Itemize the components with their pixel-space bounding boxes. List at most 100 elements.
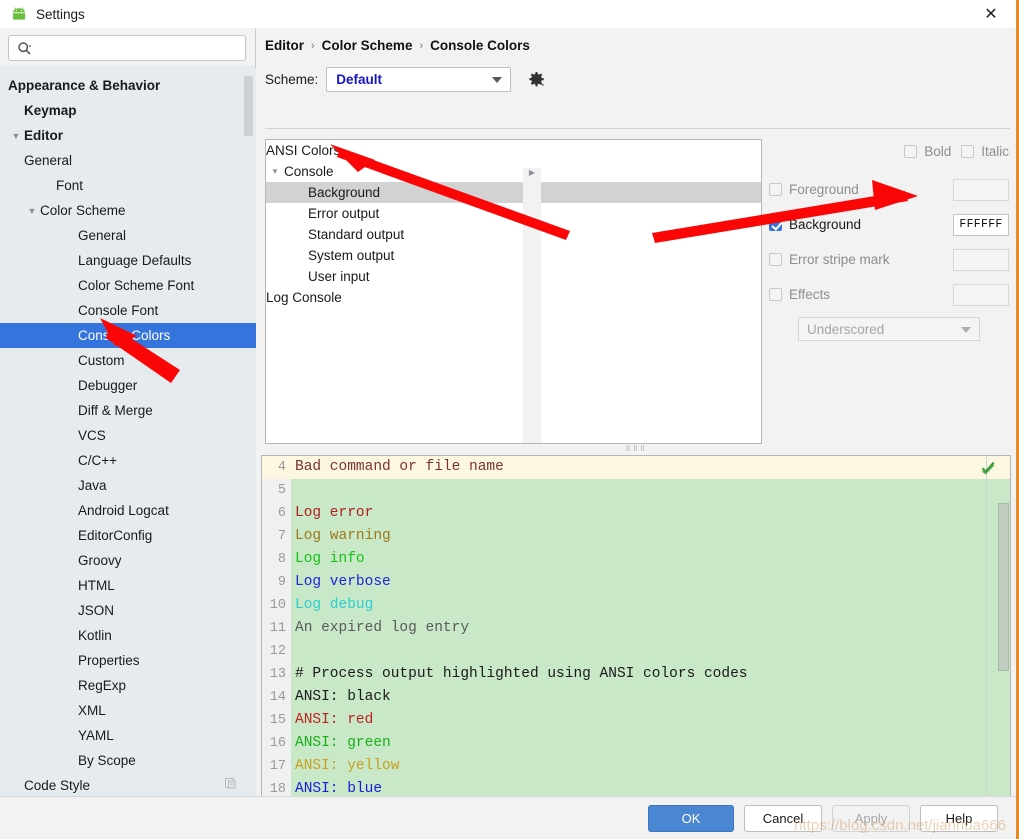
sidebar-item-groovy[interactable]: Groovy: [0, 548, 256, 573]
sidebar-item-properties[interactable]: Properties: [0, 648, 256, 673]
code-line: 4 Bad command or file name: [262, 456, 1010, 479]
foreground-checkbox[interactable]: [769, 183, 782, 196]
color-attributes-tree[interactable]: ANSI Colors Console Background Error output…: [265, 139, 762, 444]
search-box[interactable]: [8, 35, 246, 61]
code-line: 9 Log verbose: [262, 571, 1010, 594]
sidebar-item-c-c[interactable]: C/C++: [0, 448, 256, 473]
copy-settings-icon[interactable]: [224, 776, 238, 790]
window-title: Settings: [36, 6, 85, 22]
line-number: 16: [262, 732, 291, 755]
breadcrumb-item[interactable]: Color Scheme: [322, 38, 413, 53]
sidebar-item-regexp[interactable]: RegExp: [0, 673, 256, 698]
editor-marker-strip[interactable]: [986, 456, 998, 816]
error-stripe-mark-label: Error stripe mark: [789, 252, 890, 267]
attribute-item-error-output[interactable]: Error output: [266, 203, 761, 224]
color-preview-editor[interactable]: 4 Bad command or file name 5 6 Log error 7 Log…: [261, 455, 1011, 817]
bold-checkbox[interactable]: [904, 145, 918, 158]
sidebar-item-keymap[interactable]: Keymap: [0, 98, 256, 123]
sidebar-item-general[interactable]: General: [0, 148, 256, 173]
ok-button[interactable]: OK: [648, 804, 734, 832]
search-input[interactable]: [35, 40, 245, 56]
sidebar-item-by-scope[interactable]: By Scope: [0, 748, 256, 773]
sidebar-item-language-defaults[interactable]: Language Defaults: [0, 248, 256, 273]
line-number: 8: [262, 548, 291, 571]
sidebar-item-custom[interactable]: Custom: [0, 348, 256, 373]
attribute-item-ansi-colors[interactable]: ANSI Colors: [266, 140, 761, 443]
attribute-item-system-output[interactable]: System output: [266, 245, 761, 266]
sidebar-item-label: Kotlin: [78, 628, 112, 643]
editor-scrollbar-thumb[interactable]: [998, 503, 1009, 671]
chevron-down-icon[interactable]: [266, 167, 284, 176]
effect-type-select[interactable]: Underscored: [798, 317, 980, 341]
sidebar-item-general[interactable]: General: [0, 223, 256, 248]
settings-dialog: Settings ✕ Appearance & Behavior Keymap Ed…: [0, 0, 1019, 839]
scheme-select[interactable]: Default: [326, 67, 512, 92]
editor-code-area[interactable]: 4 Bad command or file name 5 6 Log error 7 Log…: [262, 456, 1010, 816]
sidebar-item-yaml[interactable]: YAML: [0, 723, 256, 748]
sidebar-item-diff-merge[interactable]: Diff & Merge: [0, 398, 256, 423]
sidebar-item-kotlin[interactable]: Kotlin: [0, 623, 256, 648]
splitter-handle-dots: ⠿⠿⠿: [625, 446, 648, 454]
background-checkbox[interactable]: [769, 218, 782, 231]
sidebar-item-label: JSON: [78, 603, 115, 618]
line-number: 7: [262, 525, 291, 548]
code-line: 5: [262, 479, 1010, 502]
line-text: ANSI: black: [295, 689, 391, 705]
sidebar-item-code-style[interactable]: Code Style: [0, 773, 256, 796]
bold-option[interactable]: Bold: [904, 144, 951, 159]
error-stripe-mark-color-field[interactable]: [953, 248, 1009, 271]
sidebar-item-label: Diff & Merge: [78, 403, 153, 418]
preview-splitter[interactable]: ⠿⠿⠿: [257, 445, 1016, 455]
breadcrumb-item[interactable]: Editor: [265, 38, 304, 53]
error-stripe-mark-checkbox[interactable]: [769, 253, 782, 266]
sidebar-item-console-colors[interactable]: Console Colors: [0, 323, 256, 348]
attribute-item-user-input[interactable]: User input: [266, 266, 761, 287]
sidebar-item-json[interactable]: JSON: [0, 598, 256, 623]
sidebar-item-color-scheme-font[interactable]: Color Scheme Font: [0, 273, 256, 298]
line-number: 10: [262, 594, 291, 617]
inspection-ok-icon[interactable]: [981, 460, 996, 475]
attribute-item-console[interactable]: Console: [266, 161, 761, 182]
attribute-item-standard-output[interactable]: Standard output: [266, 224, 761, 245]
italic-option[interactable]: Italic: [961, 144, 1009, 159]
sidebar-item-label: Custom: [78, 353, 125, 368]
sidebar-item-xml[interactable]: XML: [0, 698, 256, 723]
effects-checkbox[interactable]: [769, 288, 782, 301]
background-color-field[interactable]: FFFFFF: [953, 213, 1009, 236]
sidebar-item-font[interactable]: Font: [0, 173, 256, 198]
help-button[interactable]: Help: [920, 804, 998, 832]
close-icon[interactable]: ✕: [980, 4, 1002, 26]
breadcrumb-item[interactable]: Console Colors: [430, 38, 530, 53]
attribute-item-background[interactable]: Background: [266, 182, 761, 203]
sidebar-item-appearance-behavior[interactable]: Appearance & Behavior: [0, 73, 256, 98]
effects-color-field[interactable]: [953, 283, 1009, 306]
line-text: Log debug: [295, 597, 374, 613]
sidebar-item-console-font[interactable]: Console Font: [0, 298, 256, 323]
search-container: [0, 28, 255, 66]
sidebar-item-label: C/C++: [78, 453, 118, 468]
line-text: Bad command or file name: [295, 459, 504, 475]
window-titlebar: Settings ✕: [0, 0, 1016, 28]
sidebar-item-editorconfig[interactable]: EditorConfig: [0, 523, 256, 548]
gear-icon[interactable]: [528, 71, 545, 88]
sidebar-item-vcs[interactable]: VCS: [0, 423, 256, 448]
chevron-right-icon[interactable]: [523, 168, 541, 443]
italic-checkbox[interactable]: [961, 145, 975, 158]
foreground-color-field[interactable]: [953, 178, 1009, 201]
sidebar-item-android-logcat[interactable]: Android Logcat: [0, 498, 256, 523]
cancel-button[interactable]: Cancel: [744, 804, 822, 832]
sidebar-item-editor[interactable]: Editor: [0, 123, 256, 148]
code-line: 11 An expired log entry: [262, 617, 1010, 640]
chevron-down-icon[interactable]: [8, 131, 24, 141]
sidebar-scrollbar-thumb[interactable]: [244, 76, 253, 136]
attribute-item-log-console[interactable]: Log Console: [266, 168, 761, 443]
line-text: Log info: [295, 551, 365, 567]
sidebar-item-java[interactable]: Java: [0, 473, 256, 498]
breadcrumb-separator: ›: [419, 39, 424, 52]
settings-tree[interactable]: Appearance & Behavior Keymap Editor General…: [0, 68, 256, 796]
chevron-down-icon[interactable]: [24, 206, 40, 216]
sidebar-item-html[interactable]: HTML: [0, 573, 256, 598]
sidebar-item-color-scheme[interactable]: Color Scheme: [0, 198, 256, 223]
sidebar-item-debugger[interactable]: Debugger: [0, 373, 256, 398]
sidebar-item-label: Groovy: [78, 553, 122, 568]
